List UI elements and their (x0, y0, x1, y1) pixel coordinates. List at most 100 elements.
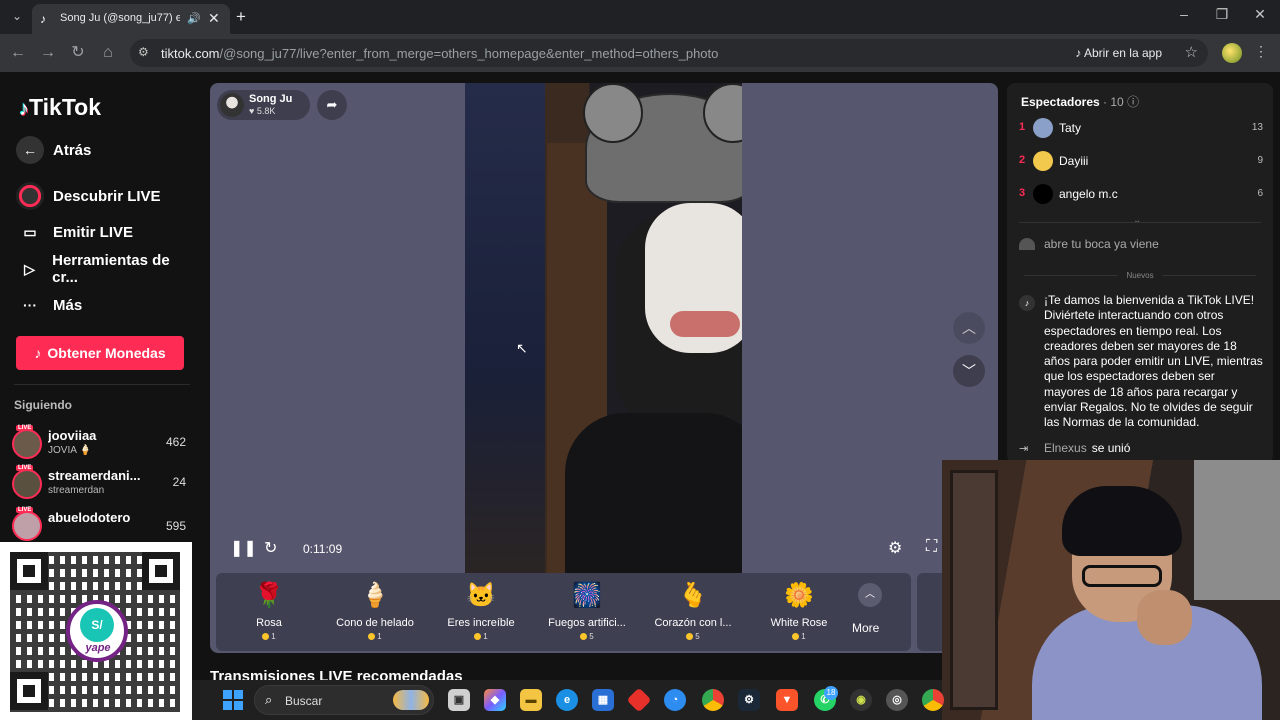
avatar (1033, 118, 1053, 138)
share-icon[interactable]: ➦ (317, 90, 347, 120)
file-explorer-icon[interactable]: ▬ (520, 689, 542, 711)
microsoft-store-icon[interactable]: ▦ (592, 689, 614, 711)
video-ear (583, 83, 643, 143)
more-gifts-button[interactable]: More (852, 621, 879, 635)
tiktok-logo[interactable]: ♪TikTok (19, 94, 101, 121)
get-coins-button[interactable]: ♪ Obtener Monedas (16, 336, 184, 370)
sidebar-item-go-live[interactable]: ▭ Emitir LIVE (16, 218, 133, 246)
webcam-person-hair (1062, 486, 1182, 556)
rose-icon: 🌹 (254, 582, 284, 609)
address-bar[interactable]: ⚙ tiktok.com/@song_ju77/live?enter_from_… (130, 39, 1208, 67)
window-restore-icon[interactable]: ❐ (1207, 6, 1237, 23)
speedometer-app-icon[interactable]: ◉ (850, 689, 872, 711)
live-video[interactable] (465, 83, 742, 573)
new-tab-icon[interactable]: + (236, 7, 246, 27)
qr-finder (10, 552, 48, 590)
chrome-profile-icon[interactable] (922, 689, 944, 711)
webcam-person-hand (1137, 590, 1192, 645)
following-item[interactable]: LIVE streamerdani... streamerdan 24 (12, 465, 190, 501)
tab-audio-icon[interactable]: 🔊 (187, 12, 201, 25)
search-icon: ⌕ (265, 692, 273, 707)
clock-app-icon[interactable]: ◔ (664, 689, 686, 711)
video-lips (670, 311, 740, 337)
refresh-icon[interactable]: ↻ (264, 538, 277, 558)
host-info[interactable]: Song Ju ♥ 5.8K (217, 90, 310, 120)
sidebar-item-discover-live[interactable]: Descubrir LIVE (16, 182, 161, 210)
live-avatar-icon (16, 182, 44, 210)
gift-bar: 🌹 Rosa 1 🍦 Cono de helado 1 🐱 Eres incre… (216, 573, 911, 651)
following-item[interactable]: LIVE abuelodotero 595 (12, 507, 190, 543)
cat-icon: 🐱 (466, 582, 496, 609)
join-enter-icon: ⇥ (1019, 443, 1029, 455)
tab-search-menu-icon[interactable]: ⌄ (8, 9, 26, 25)
system-welcome-message: ¡Te damos la bienvenida a TikTok LIVE! D… (1044, 293, 1263, 430)
sidebar: ♪TikTok ← Atrás Descubrir LIVE ▭ Emitir … (0, 72, 195, 720)
viewers-title: Espectadores · 10 ⓘ (1021, 95, 1140, 109)
tab-close-icon[interactable]: ✕ (208, 10, 220, 27)
bookmark-star-icon[interactable]: ☆ (1185, 43, 1198, 61)
sidebar-back[interactable]: ← Atrás (16, 136, 91, 164)
host-name: Song Ju (249, 93, 293, 105)
more-dots-icon: ··· (23, 297, 37, 313)
url-text[interactable]: tiktok.com/@song_ju77/live?enter_from_me… (161, 46, 718, 61)
gift-price: 1 (216, 632, 322, 641)
copilot-icon[interactable]: ◆ (484, 689, 506, 711)
browser-tab-active[interactable]: ♪ Song Ju (@song_ju77) está 🔊 ✕ (32, 4, 230, 34)
webcam-shelf (950, 470, 998, 710)
obs-app-icon[interactable]: ◎ (886, 689, 908, 711)
yape-symbol: S/ (80, 608, 114, 642)
gift-white-rose[interactable]: 🌼 White Rose 1 (746, 573, 852, 651)
info-icon[interactable]: ⓘ (1127, 95, 1139, 109)
red-diamond-app-icon[interactable] (626, 687, 652, 713)
home-icon[interactable]: ⌂ (98, 43, 118, 63)
chrome-icon[interactable] (702, 689, 724, 711)
reload-icon[interactable]: ↻ (68, 43, 88, 63)
viewer-row[interactable]: 1 Taty 13 (1019, 117, 1263, 139)
gift-rose[interactable]: 🌹 Rosa 1 (216, 573, 322, 651)
window-close-icon[interactable]: ✕ (1245, 6, 1275, 23)
viewer-row[interactable]: 3 angelo m.c 6 (1019, 183, 1263, 205)
coin-icon (792, 633, 800, 640)
gift-you-are-amazing[interactable]: 🐱 Eres increíble 1 (428, 573, 534, 651)
taskbar-search[interactable]: ⌕ Buscar (254, 685, 434, 715)
gift-fireworks[interactable]: 🎆 Fuegos artifici... 5 (534, 573, 640, 651)
expand-viewers-chevron-down-icon[interactable]: ⌄ (1133, 215, 1141, 226)
fullscreen-icon[interactable]: ⛶ (926, 538, 937, 556)
edge-icon[interactable]: e (556, 689, 578, 711)
following-item[interactable]: LIVE jooviiaa JOVIA 🍦 462 (12, 425, 190, 461)
window-minimize-icon[interactable]: – (1169, 6, 1199, 22)
more-gifts-chevron-up-icon[interactable]: ︿ (858, 583, 882, 607)
forward-arrow-icon[interactable]: → (38, 43, 58, 63)
browser-tabbar: ⌄ ♪ Song Ju (@song_ju77) está 🔊 ✕ + – ❐ … (0, 0, 1280, 34)
gift-finger-heart[interactable]: 🫰 Corazón con l... 5 (640, 573, 746, 651)
gift-ice-cream[interactable]: 🍦 Cono de helado 1 (322, 573, 428, 651)
gift-price: 5 (640, 632, 746, 641)
previous-live-chevron-up-icon[interactable]: ︿ (953, 312, 985, 344)
next-live-chevron-down-icon[interactable]: ﹀ (953, 355, 985, 387)
host-avatar (220, 93, 244, 117)
sidebar-item-creator-tools[interactable]: ▷ Herramientas de cr... (16, 252, 195, 286)
following-heading: Siguiendo (14, 398, 72, 412)
tiktok-small-icon: ♪ (1075, 46, 1084, 60)
webcam-person-glasses (1082, 565, 1162, 587)
browser-menu-icon[interactable]: ⋮ (1254, 43, 1268, 60)
yape-wordmark: yape (85, 642, 111, 654)
pause-icon[interactable]: ❚❚ (230, 538, 257, 558)
settings-gear-icon[interactable]: ⚙ (888, 538, 902, 558)
windows-start-icon[interactable] (223, 690, 243, 710)
panel-divider (1019, 222, 1261, 223)
sidebar-item-more[interactable]: ··· Más (16, 291, 82, 319)
back-arrow-icon[interactable]: ← (8, 43, 28, 63)
site-settings-icon[interactable]: ⚙ (138, 45, 149, 59)
coin-icon (474, 633, 482, 640)
task-view-icon[interactable]: ▣ (448, 689, 470, 711)
live-player[interactable]: ↖ Song Ju ♥ 5.8K ➦ ︿ ﹀ ❚❚ ↻ 0:11:09 ⚙ ⛶ … (210, 83, 998, 653)
open-in-app-button[interactable]: ♪ Abrir en la app (1069, 42, 1168, 64)
brave-icon[interactable]: ▼ (776, 689, 798, 711)
windows-taskbar: ⌕ Buscar ▣ ◆ ▬ e ▦ ◔ ⚙ ▼ ✆ 18 ◉ ◎ (192, 680, 944, 720)
profile-avatar[interactable] (1222, 43, 1242, 63)
viewer-row[interactable]: 2 Dayiii 9 (1019, 150, 1263, 172)
gift-price: 1 (746, 632, 852, 641)
ice-cream-icon: 🍦 (360, 582, 390, 609)
steam-icon[interactable]: ⚙ (738, 689, 760, 711)
